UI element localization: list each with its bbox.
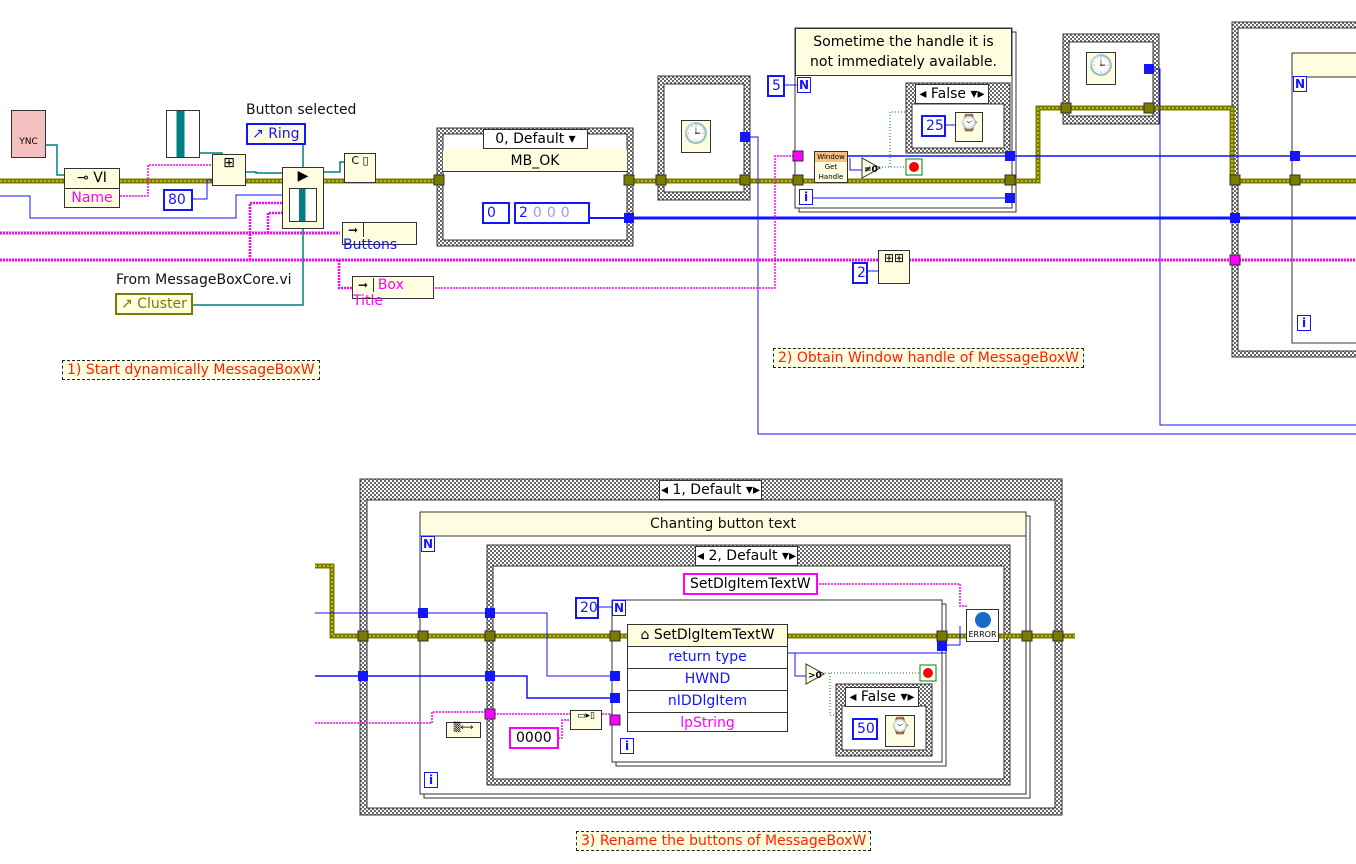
box-title-property-node[interactable]: ➞ Box Title xyxy=(352,276,434,309)
wait-ms-icon: ⌚ xyxy=(885,715,915,747)
wait-bottom-value: 50 xyxy=(857,721,875,737)
string-to-array-icon[interactable]: ▒⟷ xyxy=(446,722,481,738)
message-box-vi-icon[interactable]: YNC xyxy=(11,110,46,158)
call-library-title-text: SetDlgItemTextW xyxy=(653,627,775,643)
ring-reference[interactable]: ↗ Ring xyxy=(246,123,306,145)
loop-count-constant[interactable]: 5 xyxy=(767,75,785,97)
array-val: 0 xyxy=(560,205,575,221)
case-selector-outer-bottom[interactable]: ◂ 1, Default ▾▸ xyxy=(659,480,762,500)
concatenate-strings-icon[interactable]: ▭▸▯ xyxy=(570,710,602,730)
wgh-line: Handle xyxy=(818,173,844,181)
ring-label: Ring xyxy=(268,126,300,142)
library-icon: ⌂ xyxy=(640,627,650,643)
close-reference-icon[interactable]: C ▯ xyxy=(344,153,376,183)
count-terminal: N xyxy=(421,536,435,552)
chanting-label: Chanting button text xyxy=(650,516,796,532)
array-val: 0 xyxy=(546,205,561,221)
error-handler-icon[interactable]: ERROR xyxy=(966,609,999,642)
call-library-title: ⌂ SetDlgItemTextW xyxy=(628,625,787,646)
count-terminal: N xyxy=(612,600,626,616)
array-size-constant[interactable]: 2 xyxy=(852,262,868,284)
count-terminal: N xyxy=(797,77,811,93)
iteration-terminal: i xyxy=(424,772,438,788)
fn-name-value: SetDlgItemTextW xyxy=(690,576,811,592)
mb-ok-label: MB_OK xyxy=(443,150,627,172)
comment-start-messagebox: 1) Start dynamically MessageBoxW xyxy=(62,360,320,380)
iteration-terminal: i xyxy=(1297,315,1311,331)
name-property: Name xyxy=(71,190,113,206)
array-constant[interactable]: 2000 xyxy=(514,202,590,224)
false-top-value: False xyxy=(930,86,967,102)
param-niddlgitem: nIDDlgItem xyxy=(628,690,787,712)
run-vi-invoke-node[interactable]: ▶ xyxy=(282,167,324,229)
cluster-label: Cluster xyxy=(137,296,187,312)
inner-bottom-value: 2, Default xyxy=(708,548,778,564)
call-library-function-node[interactable]: ⌂ SetDlgItemTextW return type HWND nIDDl… xyxy=(627,624,788,732)
wait-constant-top[interactable]: 25 xyxy=(921,115,946,137)
open-vi-ref-label: VI xyxy=(93,170,107,186)
iteration-terminal: i xyxy=(620,738,634,754)
svg-text:>0: >0 xyxy=(808,671,822,681)
button-selected-label: Button selected xyxy=(246,102,357,118)
window-get-handle-node[interactable]: Window Get Handle xyxy=(814,151,848,183)
case-selector-false-bottom[interactable]: ◂ False ▾▸ xyxy=(845,687,919,707)
iteration-terminal: i xyxy=(799,189,813,205)
options-value: 80 xyxy=(168,192,186,208)
cluster-constant-icon xyxy=(166,110,200,158)
comment-obtain-handle: 2) Obtain Window handle of MessageBoxW xyxy=(773,348,1084,368)
cluster-reference[interactable]: ↗ Cluster xyxy=(115,293,193,315)
svg-text:≠0: ≠0 xyxy=(864,165,878,175)
case-selector-top[interactable]: 0, Default ▾ xyxy=(483,129,588,149)
loop-count-bottom-value: 20 xyxy=(580,600,598,616)
open-vi-reference[interactable]: ⊸ VI Name xyxy=(64,168,120,208)
comment-rename-buttons: 3) Rename the buttons of MessageBoxW xyxy=(576,831,872,851)
case-selector-false-top[interactable]: ◂ False ▾▸ xyxy=(915,84,989,104)
wait-ms-icon: ⌚ xyxy=(955,112,983,142)
tick-count-icon: 🕒 xyxy=(681,120,711,153)
buttons-label: Buttons xyxy=(343,237,398,253)
error-label: ERROR xyxy=(968,630,997,639)
param-lpstring: lpString xyxy=(628,712,787,734)
string-zero-constant[interactable]: 0000 xyxy=(509,727,559,749)
tick-count-icon: 🕒 xyxy=(1086,52,1116,85)
case-top-value: 0, Default xyxy=(495,131,565,147)
reshape-array-icon[interactable]: ⊞⊞ xyxy=(878,250,910,284)
array-index-value: 0 xyxy=(487,205,496,221)
function-name-constant[interactable]: SetDlgItemTextW xyxy=(683,573,818,595)
wait-top-value: 25 xyxy=(926,118,944,134)
bundle-by-name-icon[interactable]: ⊞ xyxy=(212,154,246,186)
wait-constant-bottom[interactable]: 50 xyxy=(852,718,878,740)
string-zero-value: 0000 xyxy=(516,730,552,746)
outer-bottom-value: 1, Default xyxy=(672,482,742,498)
loop-count-value: 5 xyxy=(772,78,781,94)
array-val: 2 xyxy=(519,205,533,221)
param-hwnd: HWND xyxy=(628,668,787,690)
false-bottom-value: False xyxy=(860,689,897,705)
case-structure-right xyxy=(1231,21,1356,358)
loop-count-bottom-constant[interactable]: 20 xyxy=(575,597,599,619)
from-core-label: From MessageBoxCore.vi xyxy=(116,272,292,288)
array-index-constant[interactable]: 0 xyxy=(482,202,510,224)
options-constant[interactable]: 80 xyxy=(163,189,193,211)
handle-note: Sometime the handle it is not immediatel… xyxy=(795,28,1012,76)
wgh-line: Window xyxy=(815,152,847,162)
param-return-type: return type xyxy=(628,646,787,668)
array-size-value: 2 xyxy=(857,265,866,281)
buttons-property-node[interactable]: ➞ Buttons xyxy=(342,222,417,253)
case-selector-inner-bottom[interactable]: ◂ 2, Default ▾▸ xyxy=(695,546,798,566)
array-val: 0 xyxy=(532,205,547,221)
count-terminal: N xyxy=(1293,76,1307,92)
wgh-line: Get xyxy=(824,163,838,171)
wire-canvas: ≠0 >0 xyxy=(0,21,1356,816)
